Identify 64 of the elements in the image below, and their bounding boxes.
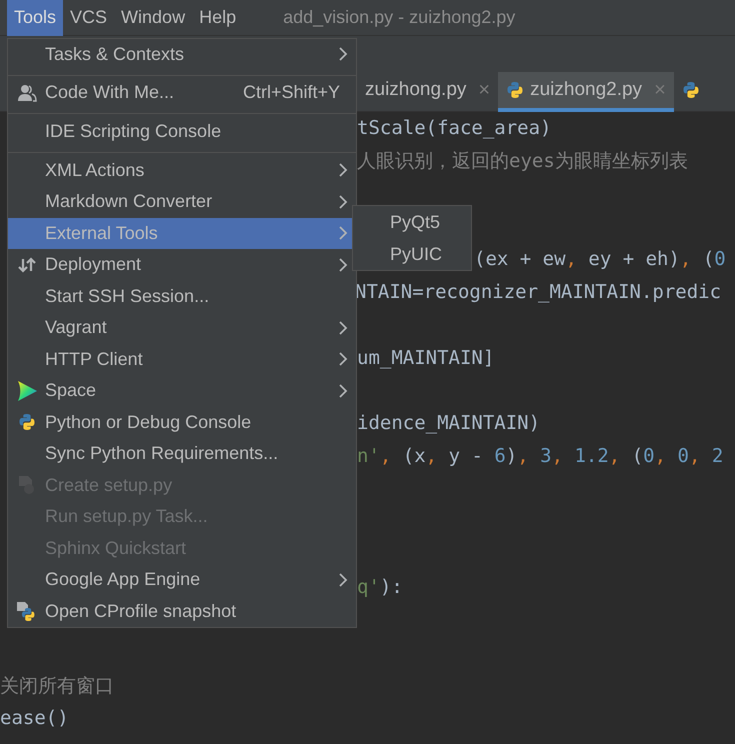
menu-item-label: External Tools [45, 222, 159, 245]
menu-item[interactable]: Tasks & Contexts [8, 39, 356, 76]
up-down-arrows-icon [16, 256, 36, 274]
menu-item-label: Python or Debug Console [45, 410, 252, 434]
chevron-right-icon [338, 46, 348, 62]
menu-item[interactable]: Google App Engine [8, 564, 356, 596]
menu-bar-item[interactable]: Tools [7, 0, 64, 36]
chevron-right-icon [338, 382, 348, 399]
tab-label: zuizhong.py [365, 78, 466, 102]
python-icon [18, 413, 36, 432]
person-icon [16, 84, 36, 102]
menu-item[interactable]: Start SSH Session... [8, 280, 356, 312]
menu-item[interactable]: HTTP Client [8, 344, 356, 375]
space-logo-icon [16, 380, 38, 402]
menu-item[interactable]: PyQt5 [353, 206, 471, 238]
menu-item[interactable]: Sync Python Requirements... [8, 438, 356, 470]
chevron-right-icon [338, 351, 348, 368]
menu-item[interactable]: XML Actions [8, 154, 356, 186]
code-line: tScale(face_area) [357, 116, 552, 142]
code-line: 人眼识别，返回的eyes为眼睛坐标列表 [357, 148, 688, 174]
menu-item-label: Tasks & Contexts [45, 42, 186, 66]
code-line: 关闭所有窗口 [0, 674, 114, 699]
code-line: q'): [357, 575, 403, 600]
menu-item-label: Open CProfile snapshot [45, 600, 238, 623]
code-line: (ex + ew, ey + eh), (0 [474, 247, 726, 272]
menu-item-label: Sync Python Requirements... [45, 442, 280, 466]
code-line: NTAIN=recognizer_MAINTAIN.predic [355, 280, 722, 306]
menu-item-label: Markdown Converter [45, 190, 214, 214]
menu-item[interactable]: Code With Me... Ctrl+Shift+Y [8, 78, 356, 114]
menu-item[interactable]: IDE Scripting Console [8, 116, 356, 152]
chevron-right-icon [338, 256, 348, 273]
menu-item[interactable]: Open CProfile snapshot [8, 596, 356, 627]
menu-bar-item[interactable]: Help [192, 0, 244, 36]
menu-item-label: IDE Scripting Console [45, 120, 222, 143]
menu-item[interactable]: Vagrant [8, 312, 356, 344]
menu-item-label: HTTP Client [45, 348, 144, 371]
code-line: n', (x, y - 6), 3, 1.2, (0, 0, 2 [357, 444, 724, 470]
menu-item[interactable]: Python or Debug Console [8, 406, 356, 438]
menu-bar-item[interactable]: Window [114, 0, 192, 36]
tab-label: zuizhong2.py [530, 78, 642, 102]
code-line: idence_MAINTAIN) [357, 411, 540, 436]
chevron-right-icon [338, 162, 348, 178]
chevron-right-icon [338, 194, 348, 210]
menu-item-label: Code With Me... [45, 81, 176, 104]
chevron-right-icon [338, 225, 348, 242]
chevron-right-icon [338, 572, 348, 588]
menu-item-label: Deployment [45, 253, 142, 276]
menu-item[interactable]: PyUIC [353, 238, 471, 270]
editor-tab[interactable]: zuizhong2.py × [498, 72, 674, 112]
menu-item[interactable]: Markdown Converter [8, 186, 356, 218]
menu-bar-item[interactable]: VCS [63, 0, 114, 36]
shortcut-label: Ctrl+Shift+Y [242, 81, 341, 104]
code-line: ease() [0, 706, 69, 732]
editor-tab[interactable]: zuizhong.py × [357, 72, 498, 112]
menu-item-label: Vagrant [45, 316, 108, 340]
menu-item-label: Space [45, 379, 98, 402]
menu-item[interactable]: Space [8, 375, 356, 406]
window-title: add_vision.py - zuizhong2.py [283, 6, 516, 29]
code-line: um_MAINTAIN] [357, 346, 494, 371]
menu-item-label: Google App Engine [45, 568, 202, 592]
menu-item-label: XML Actions [45, 158, 146, 182]
chevron-right-icon [338, 320, 348, 336]
menu-item-label: Start SSH Session... [45, 284, 210, 308]
menu-item[interactable]: Deployment [8, 249, 356, 280]
